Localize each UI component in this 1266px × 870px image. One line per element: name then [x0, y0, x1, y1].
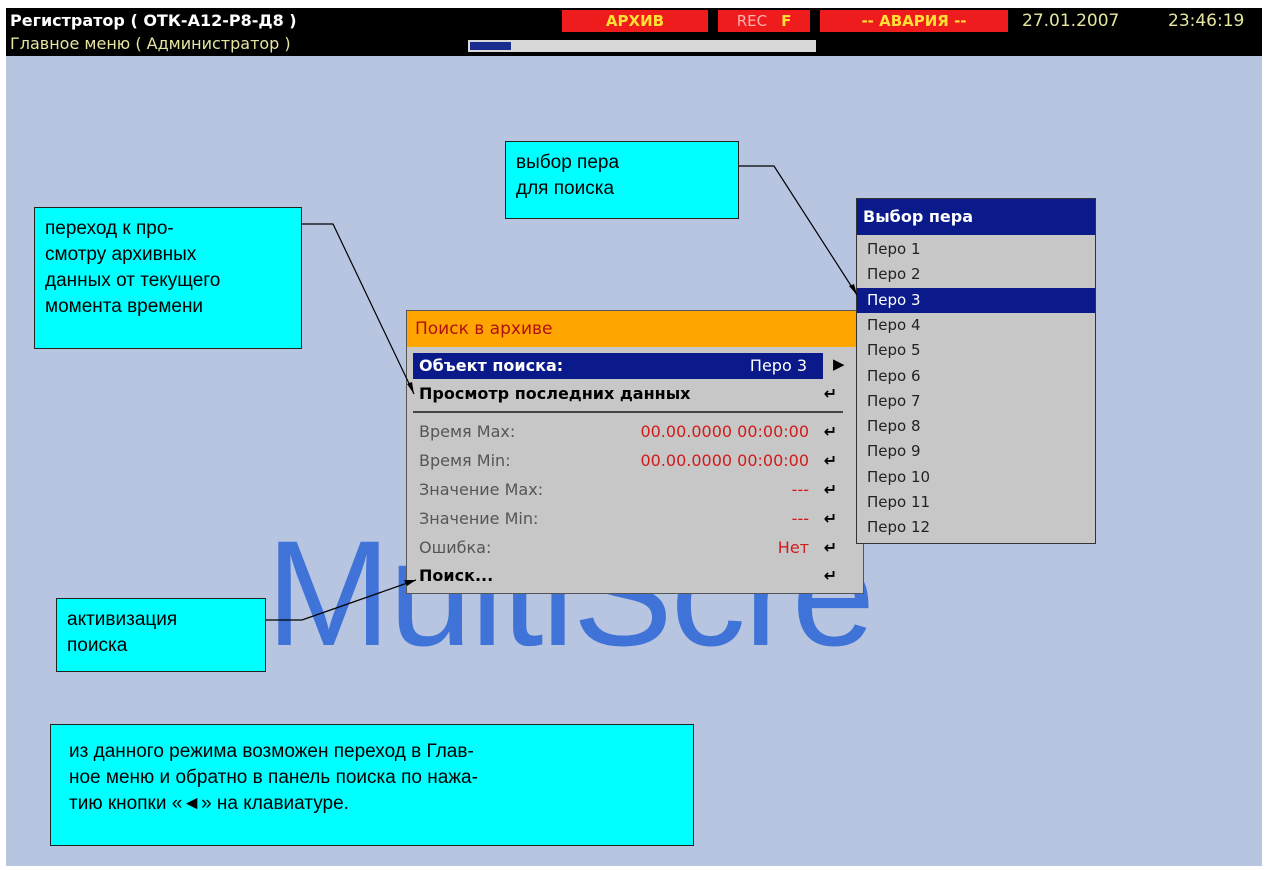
- enter-icon: ↵: [823, 384, 837, 403]
- pen-item[interactable]: Перо 7: [857, 389, 1095, 414]
- callout-search-activation: активизация поиска: [56, 598, 266, 672]
- value-min-label: Значение Min:: [419, 509, 539, 528]
- pen-item[interactable]: Перо 8: [857, 414, 1095, 439]
- enter-icon: ↵: [823, 422, 837, 441]
- pen-list-title: Выбор пера: [857, 199, 1095, 235]
- callout-line: момента времени: [45, 296, 204, 317]
- callout-line: поиска: [67, 635, 128, 656]
- progress-bar: [468, 40, 816, 52]
- view-last-data-row[interactable]: Просмотр последних данных ↵: [413, 381, 843, 407]
- recorder-screen: Регистратор ( ОТК-А12-Р8-Д8 ) Главное ме…: [6, 8, 1262, 866]
- callout-line: переход к про-: [45, 218, 174, 239]
- alarm-status-badge: -- АВАРИЯ --: [820, 10, 1008, 32]
- enter-icon: ↵: [823, 566, 837, 585]
- callout-line: смотру архивных: [45, 244, 197, 265]
- pen-item[interactable]: Перо 3: [857, 287, 1095, 313]
- value-max-value: ---: [791, 480, 809, 499]
- leader-line-history: [302, 223, 415, 395]
- time-max-row[interactable]: Время Max: 00.00.0000 00:00:00 ↵: [413, 419, 843, 445]
- title-bar: Регистратор ( ОТК-А12-Р8-Д8 ) Главное ме…: [6, 8, 1262, 56]
- callout-line: активизация: [67, 609, 178, 630]
- pen-item[interactable]: Перо 2: [857, 262, 1095, 287]
- enter-icon: ↵: [823, 538, 837, 557]
- current-date: 27.01.2007: [1022, 11, 1120, 31]
- callout-view-history: переход к про- смотру архивных данных от…: [34, 207, 302, 349]
- error-value: Нет: [777, 538, 809, 557]
- callout-line: выбор пера: [516, 152, 620, 173]
- time-min-value: 00.00.0000 00:00:00: [640, 451, 809, 470]
- submenu-arrow-icon[interactable]: ▶: [833, 355, 845, 373]
- dialog-separator: [413, 411, 843, 413]
- time-min-label: Время Min:: [419, 451, 511, 470]
- alarm-status-label: -- АВАРИЯ --: [861, 12, 967, 30]
- archive-status-label: АРХИВ: [605, 12, 665, 30]
- current-time: 23:46:19: [1168, 11, 1245, 31]
- progress-bar-fill: [470, 42, 512, 50]
- pen-item[interactable]: Перо 10: [857, 465, 1095, 490]
- pen-item[interactable]: Перо 4: [857, 313, 1095, 338]
- pen-select-list: Выбор пера Перо 1 Перо 2 Перо 3 Перо 4 Перо …: [856, 198, 1096, 544]
- start-search-row[interactable]: Поиск... ↵: [413, 563, 843, 589]
- pen-item[interactable]: Перо 9: [857, 439, 1095, 464]
- archive-search-dialog: Поиск в архиве Объект поиска: Перо 3 ▶ П…: [406, 310, 864, 594]
- time-min-row[interactable]: Время Min: 00.00.0000 00:00:00 ↵: [413, 448, 843, 474]
- callout-pen-selection: выбор пера для поиска: [505, 141, 739, 219]
- callout-navigation-info: из данного режима возможен переход в Гла…: [50, 724, 694, 846]
- pen-item[interactable]: Перо 11: [857, 490, 1095, 515]
- error-row[interactable]: Ошибка: Нет ↵: [413, 535, 843, 561]
- pen-item[interactable]: Перо 6: [857, 364, 1095, 389]
- device-title: Регистратор ( ОТК-А12-Р8-Д8 ): [10, 11, 297, 30]
- time-max-value: 00.00.0000 00:00:00: [640, 422, 809, 441]
- enter-icon: ↵: [823, 480, 837, 499]
- rec-flag-label: F: [781, 12, 792, 30]
- search-object-value: Перо 3: [749, 356, 807, 375]
- pen-item[interactable]: Перо 1: [857, 237, 1095, 262]
- pen-item[interactable]: Перо 12: [857, 515, 1095, 540]
- dialog-title: Поиск в архиве: [407, 311, 863, 347]
- value-min-value: ---: [791, 509, 809, 528]
- archive-status-badge: АРХИВ: [562, 10, 708, 32]
- error-label: Ошибка:: [419, 538, 492, 557]
- rec-status-label: REC: [736, 12, 768, 30]
- start-search-label: Поиск...: [419, 566, 494, 585]
- callout-line: ное меню и обратно в панель поиска по на…: [69, 767, 478, 788]
- enter-icon: ↵: [823, 451, 837, 470]
- pen-item[interactable]: Перо 5: [857, 338, 1095, 363]
- callout-line: для поиска: [516, 178, 615, 199]
- enter-icon: ↵: [823, 509, 837, 528]
- leader-line-pen: [739, 165, 858, 296]
- rec-status-badge: REC F: [718, 10, 810, 32]
- callout-line: тию кнопки «◄» на клавиатуре.: [69, 793, 349, 814]
- search-object-row[interactable]: Объект поиска: Перо 3: [413, 353, 823, 379]
- time-max-label: Время Max:: [419, 422, 516, 441]
- view-last-data-label: Просмотр последних данных: [419, 384, 691, 403]
- value-min-row[interactable]: Значение Min: --- ↵: [413, 506, 843, 532]
- callout-line: из данного режима возможен переход в Гла…: [69, 741, 474, 762]
- menu-breadcrumb: Главное меню ( Администратор ): [10, 34, 291, 53]
- callout-line: данных от текущего: [45, 270, 221, 291]
- search-object-label: Объект поиска:: [419, 356, 564, 375]
- value-max-label: Значение Max:: [419, 480, 544, 499]
- value-max-row[interactable]: Значение Max: --- ↵: [413, 477, 843, 503]
